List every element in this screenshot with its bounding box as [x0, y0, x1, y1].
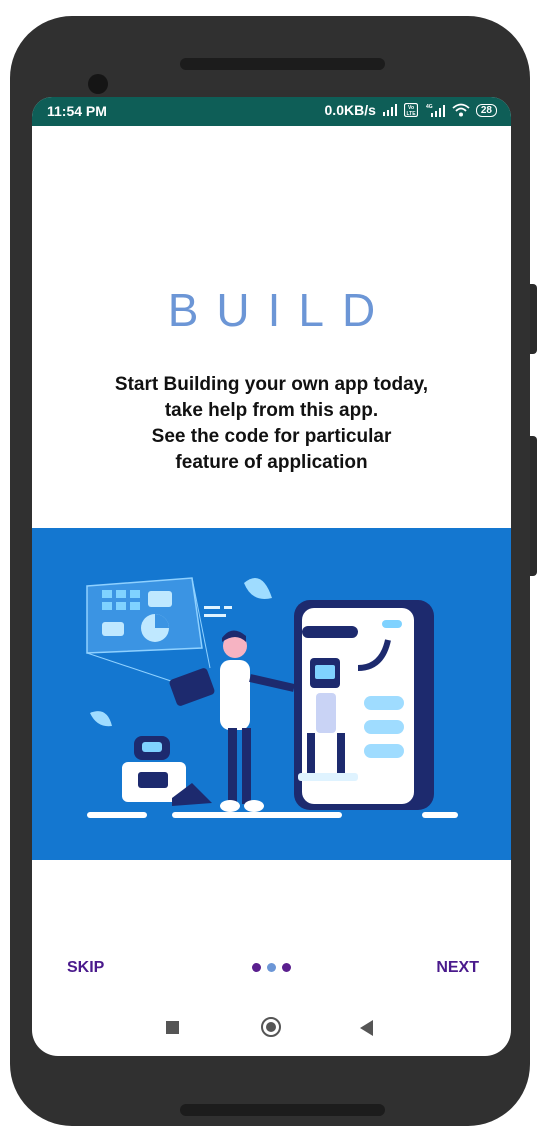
volte-icon: Vo LTE [403, 103, 418, 117]
recent-apps-icon[interactable] [166, 1021, 179, 1034]
developer-robot-illustration [86, 577, 458, 818]
illustration-panel [32, 528, 511, 860]
svg-text:LTE: LTE [406, 111, 416, 117]
page-indicator [252, 963, 291, 972]
description-line: feature of application [175, 452, 368, 473]
description-line: Start Building your own app today, [114, 374, 429, 395]
page-dot-active[interactable] [267, 963, 276, 972]
app-screen: 11:54 PM 0.0KB/s Vo LTE 4G 28 BUILD Star… [32, 97, 511, 1056]
page-dot[interactable] [282, 963, 291, 972]
description-line: take help from this app. [164, 400, 379, 421]
status-bar: 11:54 PM 0.0KB/s Vo LTE 4G 28 [32, 97, 511, 126]
wifi-icon [452, 103, 470, 117]
description: Start Building your own app today, take … [52, 372, 491, 476]
4g-signal-icon: 4G [426, 104, 445, 117]
skip-button[interactable]: SKIP [67, 959, 104, 977]
back-icon[interactable] [360, 1020, 373, 1036]
front-camera [88, 74, 108, 94]
system-nav-bar [32, 1009, 511, 1047]
next-button[interactable]: NEXT [436, 959, 479, 977]
svg-text:4G: 4G [426, 104, 433, 110]
earpiece-speaker [180, 58, 385, 70]
bottom-speaker [180, 1104, 385, 1116]
description-line: See the code for particular [151, 426, 392, 447]
power-button [530, 436, 537, 576]
network-speed: 0.0KB/s [324, 102, 376, 118]
status-icons: 0.0KB/s Vo LTE 4G 28 [325, 102, 497, 118]
volume-button [530, 284, 537, 354]
page-title: BUILD [167, 284, 394, 336]
status-time: 11:54 PM [47, 103, 107, 119]
signal-icon [382, 104, 397, 116]
page-dot[interactable] [252, 963, 261, 972]
battery-icon: 28 [475, 103, 497, 117]
home-icon[interactable] [261, 1017, 281, 1037]
battery-level: 28 [475, 103, 497, 117]
